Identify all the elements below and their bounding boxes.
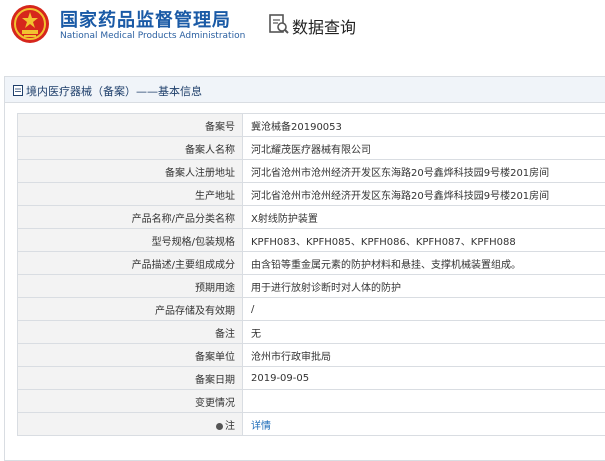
field-label: 产品名称/产品分类名称 xyxy=(17,205,243,229)
field-label: 生产地址 xyxy=(17,182,243,206)
table-row: 备案人注册地址 河北省沧州市沧州经济开发区东海路20号鑫烨科技园9号楼201房间 xyxy=(17,159,605,183)
field-label: 注 xyxy=(225,420,235,432)
field-label: 备注 xyxy=(17,320,243,344)
field-label: 备案号 xyxy=(17,113,243,137)
table-row: 生产地址 河北省沧州市沧州经济开发区东海路20号鑫烨科技园9号楼201房间 xyxy=(17,182,605,206)
table-row: 产品存储及有效期 / xyxy=(17,297,605,321)
field-label: 产品描述/主要组成成分 xyxy=(17,251,243,275)
field-label: 备案单位 xyxy=(17,343,243,367)
field-value: 由含铅等重金属元素的防护材料和悬挂、支撑机械装置组成。 xyxy=(242,251,605,275)
field-value: 用于进行放射诊断时对人体的防护 xyxy=(242,274,605,298)
note-label-cell: 注 xyxy=(17,412,243,436)
magnifier-document-icon xyxy=(269,14,289,34)
field-value: X射线防护装置 xyxy=(242,205,605,229)
field-label: 型号规格/包装规格 xyxy=(17,228,243,252)
field-value: KPFH083、KPFH085、KPFH086、KPFH087、KPFH088 xyxy=(242,228,605,252)
field-label: 备案日期 xyxy=(17,366,243,390)
field-label: 备案人名称 xyxy=(17,136,243,160)
table-row: 备案日期 2019-09-05 xyxy=(17,366,605,390)
table-row: 备案人名称 河北耀茂医疗器械有限公司 xyxy=(17,136,605,160)
details-link[interactable]: 详情 xyxy=(251,421,271,432)
table-row: 备案单位 沧州市行政审批局 xyxy=(17,343,605,367)
table-row: 预期用途 用于进行放射诊断时对人体的防护 xyxy=(17,274,605,298)
field-label: 产品存储及有效期 xyxy=(17,297,243,321)
field-value: 冀沧械备20190053 xyxy=(242,113,605,137)
field-value: 河北省沧州市沧州经济开发区东海路20号鑫烨科技园9号楼201房间 xyxy=(242,182,605,206)
field-label: 变更情况 xyxy=(17,389,243,413)
panel-title: 境内医疗器械（备案）——基本信息 xyxy=(26,85,202,98)
org-name-en: National Medical Products Administration xyxy=(60,31,246,41)
field-label: 备案人注册地址 xyxy=(17,159,243,183)
info-table: 备案号 冀沧械备20190053 备案人名称 河北耀茂医疗器械有限公司 备案人注… xyxy=(17,113,605,436)
table-row: 备案号 冀沧械备20190053 xyxy=(17,113,605,137)
org-name-cn: 国家药品监督管理局 xyxy=(60,10,231,31)
field-value: 河北耀茂医疗器械有限公司 xyxy=(242,136,605,160)
site-header: 国家药品监督管理局 National Medical Products Admi… xyxy=(0,0,605,56)
field-value: / xyxy=(242,297,605,321)
document-icon xyxy=(13,85,23,96)
table-row: 产品描述/主要组成成分 由含铅等重金属元素的防护材料和悬挂、支撑机械装置组成。 xyxy=(17,251,605,275)
field-value: 无 xyxy=(242,320,605,344)
query-title: 数据查询 xyxy=(292,18,357,37)
table-row: 型号规格/包装规格 KPFH083、KPFH085、KPFH086、KPFH08… xyxy=(17,228,605,252)
national-emblem-icon xyxy=(11,5,49,43)
basic-info-panel: 境内医疗器械（备案）——基本信息 备案号 冀沧械备20190053 备案人名称 … xyxy=(4,76,605,461)
field-value: 河北省沧州市沧州经济开发区东海路20号鑫烨科技园9号楼201房间 xyxy=(242,159,605,183)
field-value: 2019-09-05 xyxy=(242,366,605,390)
table-row: 产品名称/产品分类名称 X射线防护装置 xyxy=(17,205,605,229)
panel-header: 境内医疗器械（备案）——基本信息 xyxy=(5,77,605,103)
note-value-cell: 详情 xyxy=(242,412,605,436)
table-row: 变更情况 xyxy=(17,389,605,413)
lightbulb-icon xyxy=(216,422,223,430)
field-value xyxy=(242,389,605,413)
table-row: 注 详情 xyxy=(17,412,605,436)
field-label: 预期用途 xyxy=(17,274,243,298)
table-row: 备注 无 xyxy=(17,320,605,344)
field-value: 沧州市行政审批局 xyxy=(242,343,605,367)
